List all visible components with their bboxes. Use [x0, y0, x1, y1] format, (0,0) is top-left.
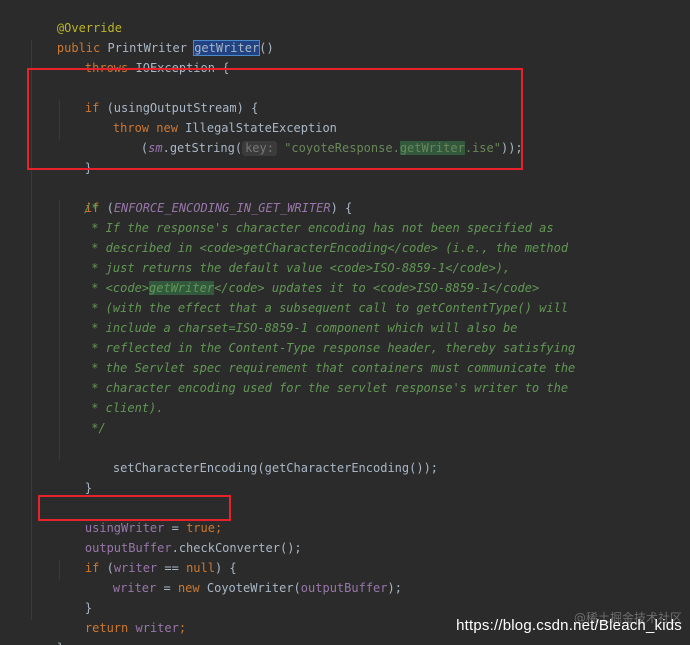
code-line[interactable]: return writer;	[56, 598, 186, 635]
indent-guide	[59, 200, 60, 460]
brace-token: }	[57, 641, 64, 645]
comment-line[interactable]: * the Servlet spec requirement that cont…	[84, 358, 575, 378]
comment-line[interactable]: * <code>getWriter</code> updates it to <…	[84, 278, 539, 298]
comment-text: * (with the effect that a subsequent cal…	[84, 301, 569, 315]
code-line[interactable]: if (ENFORCE_ENCODING_IN_GET_WRITER) {	[56, 178, 352, 215]
highlight-box-illegal-state	[27, 68, 523, 170]
code-line[interactable]: }	[56, 578, 92, 615]
brace-token: }	[84, 481, 93, 495]
code-line[interactable]: if (writer == null) {	[56, 538, 237, 575]
code-line[interactable]: outputBuffer.checkConverter();	[56, 518, 302, 555]
semicolon-token: ;	[178, 621, 187, 635]
comment-line[interactable]: * include a charset=ISO-8859-1 component…	[84, 318, 517, 338]
comment-text: * client).	[84, 401, 164, 415]
comment-line[interactable]: */	[84, 418, 106, 438]
code-text: CoyoteWriter(	[199, 581, 301, 595]
field-token: writer	[135, 621, 179, 635]
watermark-url: https://blog.csdn.net/Bleach_kids	[456, 617, 682, 634]
field-token: writer	[112, 581, 157, 595]
comment-text: * If the response's character encoding h…	[84, 221, 554, 235]
comment-text: * character encoding used for the servle…	[84, 381, 569, 395]
comment-line[interactable]: * client).	[84, 398, 163, 418]
comment-text: * reflected in the Content-Type response…	[84, 341, 576, 355]
comment-text: * just returns the default value <code>I…	[84, 261, 511, 275]
code-text: setCharacterEncoding(getCharacterEncodin…	[112, 461, 439, 475]
code-text: );	[387, 581, 402, 595]
code-line[interactable]: throws IOException {	[56, 38, 230, 75]
usage-highlight: getWriter	[149, 281, 215, 295]
code-editor[interactable]: @Override public PrintWriter getWriter()…	[0, 0, 690, 645]
comment-text: /*	[84, 201, 99, 215]
code-line[interactable]: }	[28, 618, 64, 645]
comment-line[interactable]: * If the response's character encoding h…	[84, 218, 554, 238]
code-line[interactable]: setCharacterEncoding(getCharacterEncodin…	[84, 438, 438, 475]
code-line[interactable]: writer = new CoyoteWriter(outputBuffer);	[84, 558, 402, 595]
code-text: =	[156, 581, 178, 595]
field-token: outputBuffer	[300, 581, 388, 595]
keyword-token: new	[177, 581, 200, 595]
comment-text: * described in <code>getCharacterEncodin…	[84, 241, 569, 255]
comment-text: * include a charset=ISO-8859-1 component…	[84, 321, 518, 335]
constant-token: ENFORCE_ENCODING_IN_GET_WRITER	[113, 201, 331, 215]
code-text: ) {	[330, 201, 353, 215]
comment-text: * the Servlet spec requirement that cont…	[84, 361, 576, 375]
comment-line[interactable]: * character encoding used for the servle…	[84, 378, 568, 398]
comment-line[interactable]: * reflected in the Content-Type response…	[84, 338, 575, 358]
comment-line[interactable]: /*	[84, 198, 98, 218]
code-line[interactable]: @Override	[28, 0, 122, 35]
comment-line[interactable]: * just returns the default value <code>I…	[84, 258, 510, 278]
comment-text: */	[84, 421, 106, 435]
keyword-token: return	[84, 621, 129, 635]
code-line[interactable]: public PrintWriter getWriter()	[28, 18, 274, 56]
comment-text: * <code>	[84, 281, 150, 295]
comment-line[interactable]: * described in <code>getCharacterEncodin…	[84, 238, 568, 258]
code-text: (	[99, 201, 114, 215]
comment-line[interactable]: * (with the effect that a subsequent cal…	[84, 298, 568, 318]
paren-token: ()	[259, 41, 274, 55]
highlight-box-using-writer	[38, 495, 231, 521]
comment-text: </code> updates it to <code>ISO-8859-1</…	[214, 281, 540, 295]
code-line[interactable]: }	[56, 458, 92, 495]
